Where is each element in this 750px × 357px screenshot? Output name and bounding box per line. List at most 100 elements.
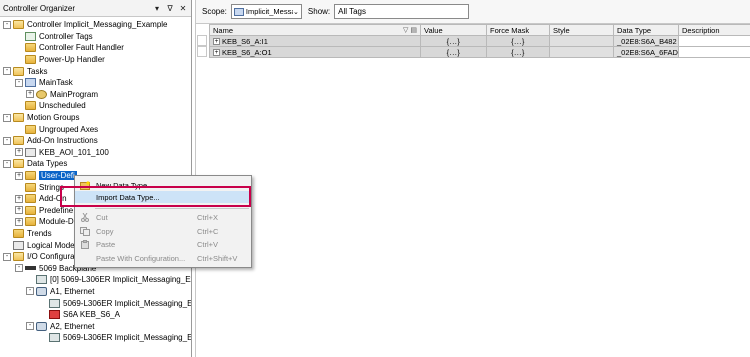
tree-item[interactable]: - Motion Groups xyxy=(0,112,191,124)
folder-open-icon xyxy=(13,66,24,76)
collapse-icon[interactable]: - xyxy=(26,322,34,331)
expand-icon[interactable]: + xyxy=(15,148,23,157)
tag-toolbar: Scope: Implicit_Messagi ⌄ Show: All Tags xyxy=(196,0,750,24)
tag-style xyxy=(549,35,614,47)
logic-icon xyxy=(25,147,36,157)
module-icon xyxy=(36,275,47,285)
tree-item-label: S6A KEB_S6_A xyxy=(63,310,120,320)
expand-icon[interactable]: + xyxy=(15,206,23,215)
show-filter[interactable]: All Tags xyxy=(334,4,470,19)
tag-grid: Name ▽ ▤ Value Force Mask Style Data Type… xyxy=(209,24,750,58)
tree-item[interactable]: 5069-L306ER Implicit_Messaging_Exam xyxy=(0,332,191,344)
pin-icon[interactable]: ∇ xyxy=(165,4,175,13)
controller-icon xyxy=(233,7,244,16)
tree-item[interactable]: - MainTask xyxy=(0,77,191,89)
tree-item[interactable]: Unscheduled xyxy=(0,100,191,112)
collapse-icon[interactable]: - xyxy=(3,159,11,168)
menu-item-paste[interactable]: Paste Ctrl+V xyxy=(75,238,251,250)
menu-item-cut[interactable]: Cut Ctrl+X xyxy=(75,211,251,223)
column-header-force-mask[interactable]: Force Mask xyxy=(486,24,550,36)
expand-icon[interactable]: + xyxy=(213,49,220,57)
ctrl-icon xyxy=(25,78,36,88)
tag-description[interactable] xyxy=(678,35,750,47)
tag-force-mask[interactable]: {...} xyxy=(486,46,550,58)
expand-icon[interactable]: + xyxy=(15,194,23,203)
expand-icon[interactable]: + xyxy=(15,217,23,226)
tree-item-label: 5069-L306ER Implicit_Messaging_Exam xyxy=(63,298,192,308)
row-marker[interactable] xyxy=(197,46,207,57)
column-header-value[interactable]: Value xyxy=(420,24,487,36)
collapse-icon[interactable]: - xyxy=(3,20,11,29)
menu-item-copy[interactable]: Copy Ctrl+C xyxy=(75,225,251,237)
logic-icon xyxy=(13,240,24,250)
folder-open-icon xyxy=(13,159,24,169)
tag-name: KEB_S6_A:O1 xyxy=(222,47,272,57)
tag-editor: Scope: Implicit_Messagi ⌄ Show: All Tags… xyxy=(195,0,750,357)
tree-item[interactable]: - A1, Ethernet xyxy=(0,286,191,298)
collapse-icon[interactable]: - xyxy=(15,78,23,87)
tag-value[interactable]: {...} xyxy=(420,46,487,58)
collapse-icon[interactable]: - xyxy=(15,264,23,273)
tree-item[interactable]: Power-Up Handler xyxy=(0,54,191,66)
tag-force-mask[interactable]: {...} xyxy=(486,35,550,47)
tree-item[interactable]: + KEB_AOI_101_100 xyxy=(0,147,191,159)
tree-item[interactable]: - A2, Ethernet xyxy=(0,320,191,332)
menu-item-paste-with-configuration[interactable]: Paste With Configuration... Ctrl+Shift+V xyxy=(75,252,251,264)
show-label: Show: xyxy=(307,7,331,16)
module-icon xyxy=(49,298,60,308)
tag-data-type: _02E8:S6A_B482 xyxy=(613,35,679,47)
tag-value[interactable]: {...} xyxy=(420,35,487,47)
close-icon[interactable]: ✕ xyxy=(178,4,188,13)
column-header-description[interactable]: Description xyxy=(678,24,750,36)
table-row[interactable]: + KEB_S6_A:I1 {...} {...} _02E8:S6A_B482 xyxy=(209,35,750,47)
column-header-name[interactable]: Name ▽ ▤ xyxy=(209,24,421,36)
tree-item[interactable]: - Add-On Instructions xyxy=(0,135,191,147)
tree-item[interactable]: + MainProgram xyxy=(0,89,191,101)
column-header-data-type[interactable]: Data Type xyxy=(613,24,679,36)
tree-item[interactable]: - Data Types xyxy=(0,158,191,170)
tree-item[interactable]: - Controller Implicit_Messaging_Example xyxy=(0,19,191,31)
module-red-icon xyxy=(49,310,60,320)
folder-icon xyxy=(25,101,36,111)
collapse-icon[interactable]: - xyxy=(3,67,11,76)
folder-open-icon xyxy=(13,136,24,146)
chevron-down-icon[interactable]: ⌄ xyxy=(293,8,299,16)
tree-item[interactable]: Controller Tags xyxy=(0,31,191,43)
column-header-style[interactable]: Style xyxy=(549,24,614,36)
copy-icon xyxy=(80,226,90,236)
tree-item-label: Add-On Instructions xyxy=(27,136,98,146)
collapse-icon[interactable]: - xyxy=(26,287,34,296)
tree-item[interactable]: - Tasks xyxy=(0,65,191,77)
tree-item[interactable]: 5069-L306ER Implicit_Messaging_Exam xyxy=(0,297,191,309)
scope-label: Scope: xyxy=(202,7,227,16)
tree-item-label: A1, Ethernet xyxy=(50,286,95,296)
table-row[interactable]: + KEB_S6_A:O1 {...} {...} _02E8:S6A_6FAD xyxy=(209,46,750,58)
folder-open-icon xyxy=(13,113,24,123)
expand-icon[interactable]: + xyxy=(26,90,34,99)
tree-item-label: Trends xyxy=(27,228,52,238)
row-marker[interactable] xyxy=(197,35,207,46)
scope-select[interactable]: Implicit_Messagi ⌄ xyxy=(230,4,302,19)
folder-icon xyxy=(25,217,36,227)
folder-icon xyxy=(25,194,36,204)
tag-description[interactable] xyxy=(678,46,750,58)
collapse-icon[interactable]: - xyxy=(3,252,11,261)
collapse-icon[interactable]: - xyxy=(3,136,11,145)
tag-data-type: _02E8:S6A_6FAD xyxy=(613,46,679,58)
tree-item[interactable]: S6A KEB_S6_A xyxy=(0,309,191,321)
folder-icon xyxy=(25,171,36,181)
tree-item-label: Ungrouped Axes xyxy=(39,124,99,134)
scope-value: Implicit_Messagi xyxy=(245,7,293,16)
expand-icon[interactable]: + xyxy=(15,171,23,180)
tree-item-label: 5069-L306ER Implicit_Messaging_Exam xyxy=(63,333,192,343)
tags-icon xyxy=(25,31,36,41)
filter-icon[interactable]: ▽ ▤ xyxy=(403,26,417,34)
tree-item[interactable]: Controller Fault Handler xyxy=(0,42,191,54)
tree-item[interactable]: Ungrouped Axes xyxy=(0,123,191,135)
organizer-title: Controller Organizer xyxy=(3,3,76,13)
expand-icon[interactable]: + xyxy=(213,38,220,46)
collapse-icon[interactable]: - xyxy=(3,113,11,122)
dropdown-icon[interactable]: ▾ xyxy=(152,4,162,13)
tree-item-label: [0] 5069-L306ER Implicit_Messaging_Ex xyxy=(50,275,192,285)
tree-item[interactable]: [0] 5069-L306ER Implicit_Messaging_Ex xyxy=(0,274,191,286)
